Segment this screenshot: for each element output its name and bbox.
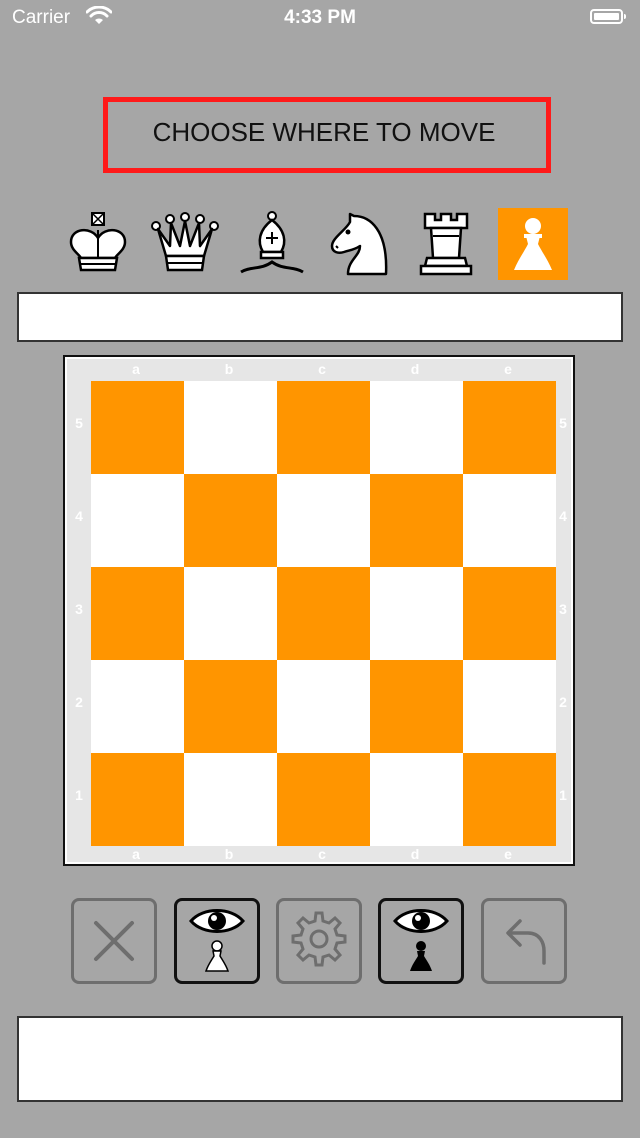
view-white-button[interactable] — [174, 898, 260, 984]
square-e5[interactable] — [463, 381, 556, 474]
file-label: a — [132, 361, 140, 377]
square-a2[interactable] — [91, 660, 184, 753]
queen-icon — [151, 212, 219, 272]
file-label: c — [318, 361, 326, 377]
square-e4[interactable] — [463, 474, 556, 567]
rank-label: 1 — [75, 787, 83, 803]
square-b3[interactable] — [184, 567, 277, 660]
square-b1[interactable] — [184, 753, 277, 846]
knight-icon — [330, 212, 388, 276]
square-c2[interactable] — [277, 660, 370, 753]
square-c5[interactable] — [277, 381, 370, 474]
control-bar — [0, 898, 640, 984]
chess-board: a b c d e a b c d e 5 4 3 2 1 5 4 3 2 1 — [63, 355, 575, 866]
rank-label: 5 — [75, 415, 83, 431]
undo-button[interactable] — [481, 898, 567, 984]
undo-arrow-icon — [506, 919, 546, 965]
file-label: e — [504, 846, 512, 862]
rank-label: 2 — [75, 694, 83, 710]
rook-button[interactable] — [411, 208, 481, 280]
square-d4[interactable] — [370, 474, 463, 567]
clock: 4:33 PM — [284, 7, 356, 28]
square-b5[interactable] — [184, 381, 277, 474]
prompt-box: CHOOSE WHERE TO MOVE — [103, 97, 551, 173]
rook-icon — [419, 212, 473, 276]
file-label: d — [410, 361, 420, 377]
battery-icon — [590, 9, 626, 24]
pawn-icon — [514, 218, 552, 270]
file-label: b — [224, 846, 234, 862]
board-squares — [91, 381, 556, 846]
square-e1[interactable] — [463, 753, 556, 846]
king-icon — [69, 212, 127, 272]
square-c1[interactable] — [277, 753, 370, 846]
king-button[interactable] — [63, 208, 133, 280]
move-notation-field[interactable] — [17, 292, 623, 342]
square-a1[interactable] — [91, 753, 184, 846]
square-a3[interactable] — [91, 567, 184, 660]
gear-icon — [291, 911, 347, 967]
file-label: a — [132, 846, 140, 862]
view-black-button[interactable] — [378, 898, 464, 984]
file-label: d — [410, 846, 420, 862]
status-bar: Carrier 4:33 PM — [0, 0, 640, 36]
square-d5[interactable] — [370, 381, 463, 474]
eye-white-pawn-icon — [189, 909, 245, 972]
square-a5[interactable] — [91, 381, 184, 474]
close-icon — [94, 921, 134, 961]
square-c3[interactable] — [277, 567, 370, 660]
bishop-button[interactable] — [237, 208, 307, 280]
eye-black-pawn-icon — [393, 909, 449, 971]
square-b2[interactable] — [184, 660, 277, 753]
square-e3[interactable] — [463, 567, 556, 660]
file-label: c — [318, 846, 326, 862]
file-label: e — [504, 361, 512, 377]
bishop-icon — [240, 211, 304, 274]
board-border: a b c d e a b c d e 5 4 3 2 1 5 4 3 2 1 — [67, 359, 571, 862]
square-d2[interactable] — [370, 660, 463, 753]
square-b4[interactable] — [184, 474, 277, 567]
file-label: b — [224, 361, 234, 377]
piece-selector — [0, 208, 640, 280]
prompt-text: CHOOSE WHERE TO MOVE — [152, 117, 496, 147]
square-d1[interactable] — [370, 753, 463, 846]
pawn-button[interactable] — [498, 208, 568, 280]
square-a4[interactable] — [91, 474, 184, 567]
message-field[interactable] — [17, 1016, 623, 1102]
close-button[interactable] — [71, 898, 157, 984]
rank-label: 4 — [75, 508, 83, 524]
square-d3[interactable] — [370, 567, 463, 660]
rank-label: 3 — [75, 601, 83, 617]
square-c4[interactable] — [277, 474, 370, 567]
settings-button[interactable] — [276, 898, 362, 984]
knight-button[interactable] — [324, 208, 394, 280]
square-e2[interactable] — [463, 660, 556, 753]
queen-button[interactable] — [150, 208, 220, 280]
